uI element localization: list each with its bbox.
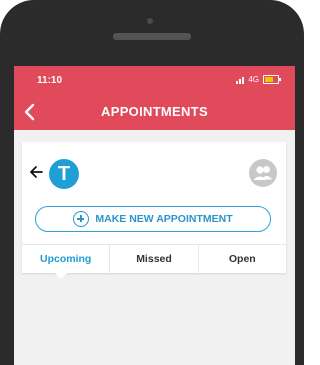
contacts-button[interactable] — [249, 159, 277, 187]
appointment-tabs: Upcoming Missed Open — [22, 244, 286, 274]
network-label: 4G — [248, 75, 259, 84]
tab-upcoming[interactable]: Upcoming — [22, 245, 109, 274]
front-camera — [147, 18, 153, 24]
status-bar: 11:10 4G — [14, 66, 295, 94]
avatar[interactable]: T — [49, 159, 79, 189]
phone-frame: 11:10 4G APPOINTMENTS T MAKE NEW APPOINT… — [0, 0, 304, 365]
tab-missed[interactable]: Missed — [109, 245, 197, 274]
plus-circle-icon — [73, 211, 90, 227]
make-new-appointment-button[interactable]: MAKE NEW APPOINTMENT — [35, 206, 271, 232]
active-tab-indicator — [54, 272, 68, 279]
arrow-left-icon[interactable] — [28, 164, 44, 180]
status-icons: 4G — [236, 75, 281, 84]
app-screen: 11:10 4G APPOINTMENTS T MAKE NEW APPOINT… — [14, 66, 295, 365]
status-time: 11:10 — [37, 75, 63, 86]
battery-icon — [263, 75, 281, 84]
earpiece-speaker — [113, 33, 191, 40]
tab-open[interactable]: Open — [197, 245, 286, 274]
signal-icon — [236, 76, 245, 84]
app-bar: APPOINTMENTS — [14, 94, 295, 130]
page-title: APPOINTMENTS — [101, 104, 208, 119]
appointments-card: T MAKE NEW APPOINTMENT Upcoming Missed O… — [22, 142, 286, 274]
contacts-icon — [253, 166, 273, 180]
make-new-appointment-label: MAKE NEW APPOINTMENT — [95, 213, 233, 225]
